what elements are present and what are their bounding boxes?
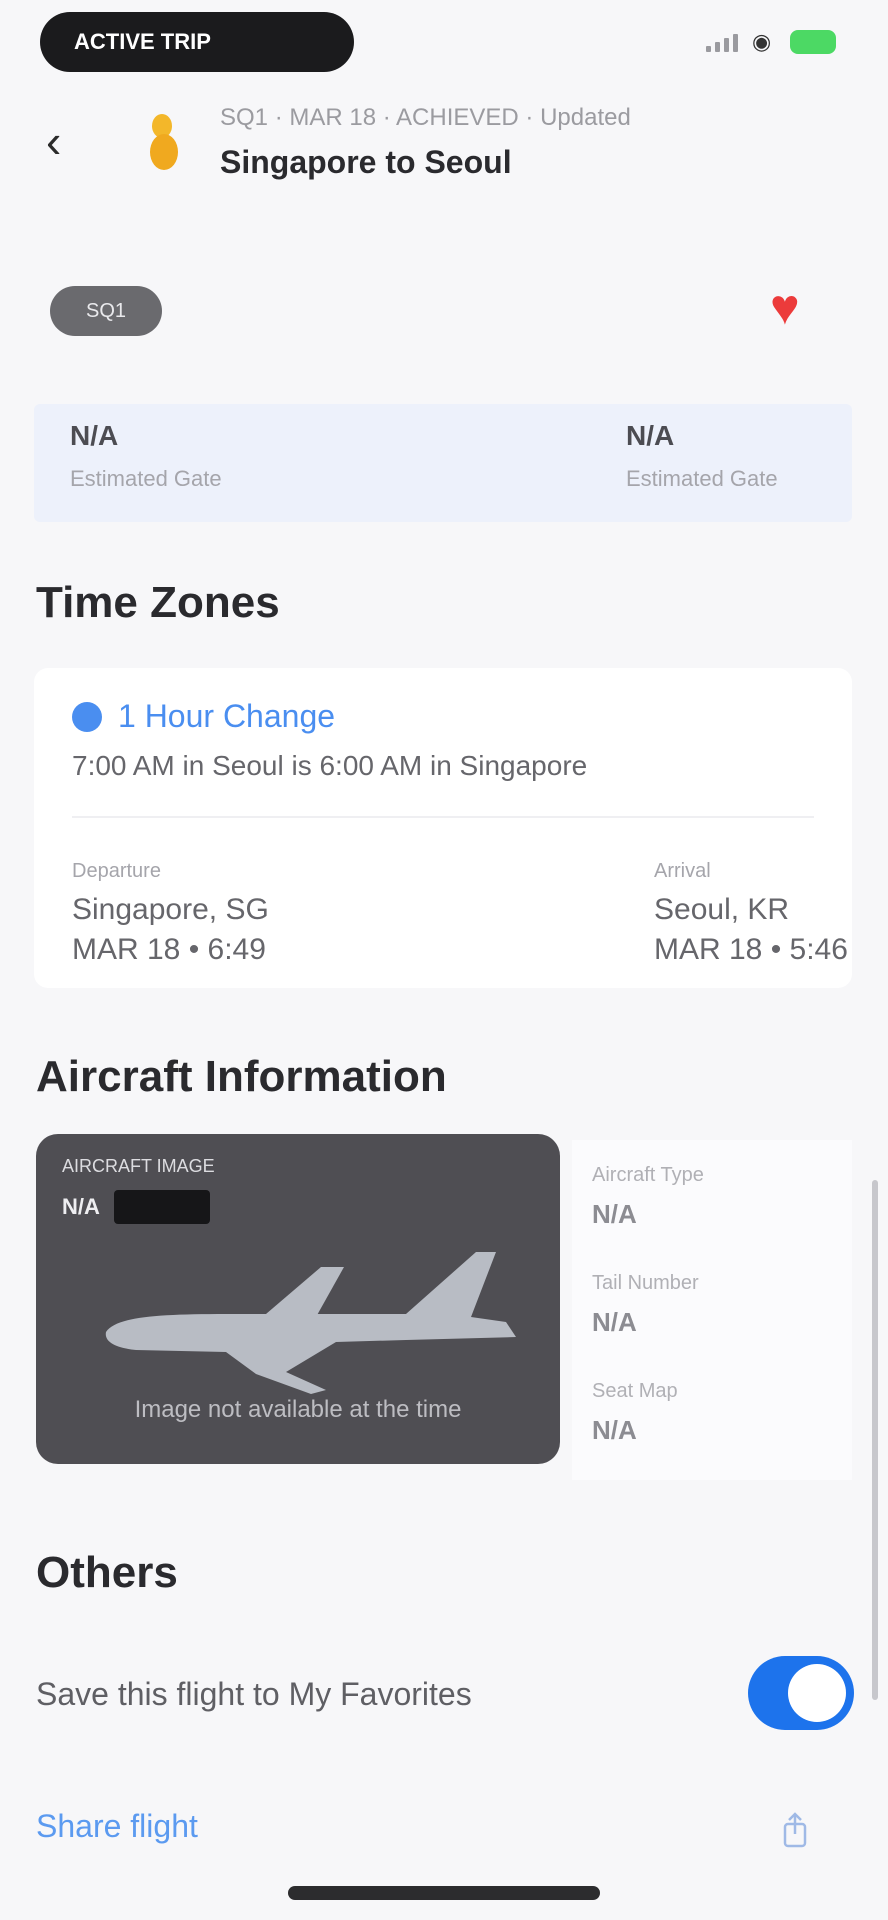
aircraft-image-card: AIRCRAFT IMAGE N/A Image not available a…	[36, 1134, 560, 1464]
page-title: Singapore to Seoul	[220, 144, 512, 180]
departure-gate-value: N/A	[70, 420, 119, 451]
back-arrow-icon[interactable]: ‹	[46, 116, 61, 166]
arrival-gate-label: Estimated Gate	[626, 466, 778, 491]
time-change-description: 7:00 AM in Seoul is 6:00 AM in Singapore	[72, 750, 588, 781]
seat-map-label: Seat Map	[592, 1380, 678, 1402]
share-flight-link[interactable]: Share flight	[36, 1808, 198, 1845]
tail-number-value: N/A	[592, 1307, 637, 1337]
arrival-gate-value: N/A	[626, 420, 675, 451]
aircraft-image-caption: Image not available at the time	[134, 1396, 462, 1423]
flight-route-icon	[150, 114, 178, 170]
arrival-label: Arrival	[654, 860, 711, 882]
aircraft-details: Aircraft Type N/A Tail Number N/A Seat M…	[572, 1140, 852, 1480]
flight-badge: SQ1	[50, 286, 162, 336]
scrollbar[interactable]	[872, 1180, 878, 1700]
arrival-gate: N/A Estimated Gate	[626, 420, 778, 492]
departure-gate: N/A Estimated Gate	[70, 420, 222, 492]
departure-date: MAR 18 • 6:49	[72, 933, 266, 966]
signal-icon	[706, 32, 738, 52]
aircraft-model-value: N/A	[62, 1194, 100, 1219]
time-zones-card: 1 Hour Change 7:00 AM in Seoul is 6:00 A…	[34, 668, 852, 988]
favorites-toggle[interactable]	[748, 1656, 854, 1730]
aircraft-info-title: Aircraft Information	[36, 1052, 447, 1101]
heart-icon[interactable]: ♥	[770, 282, 800, 332]
departure-label: Departure	[72, 860, 161, 882]
aircraft-model-row: N/A	[62, 1190, 210, 1224]
departure-gate-label: Estimated Gate	[70, 466, 222, 491]
arrival-city: Seoul, KR	[654, 893, 790, 926]
share-icon[interactable]	[780, 1810, 810, 1850]
seat-map-item: Seat Map N/A	[592, 1380, 678, 1446]
home-indicator[interactable]	[288, 1886, 600, 1900]
time-change-row: 1 Hour Change	[72, 698, 335, 735]
flight-header: ‹ SQ1 · MAR 18 · ACHIEVED · Updated Sing…	[0, 100, 888, 190]
aircraft-type-label: Aircraft Type	[592, 1164, 704, 1186]
aircraft-type-value: N/A	[592, 1199, 637, 1229]
header-subtitle: SQ1 · MAR 18 · ACHIEVED · Updated	[220, 104, 631, 131]
gate-info-box: N/A Estimated Gate N/A Estimated Gate	[34, 404, 852, 522]
toggle-knob	[788, 1664, 846, 1722]
tail-number-item: Tail Number N/A	[592, 1272, 699, 1338]
aircraft-image-label: AIRCRAFT IMAGE	[62, 1156, 215, 1176]
time-change-label: 1 Hour Change	[118, 698, 336, 734]
time-zones-title: Time Zones	[36, 578, 280, 627]
tail-number-label: Tail Number	[592, 1272, 699, 1294]
divider	[72, 816, 814, 818]
favorites-label: Save this flight to My Favorites	[36, 1676, 472, 1712]
active-trip-pill[interactable]: ACTIVE TRIP	[40, 12, 354, 72]
airplane-icon	[105, 1252, 516, 1394]
others-title: Others	[36, 1548, 178, 1597]
clock-icon	[72, 701, 102, 732]
departure-city: Singapore, SG	[72, 893, 269, 926]
status-icons: ◉	[706, 30, 836, 54]
wifi-icon: ◉	[752, 29, 772, 54]
status-bar: ACTIVE TRIP ◉	[0, 0, 888, 90]
aircraft-model-redacted	[113, 1190, 210, 1224]
battery-icon	[790, 30, 836, 54]
arrival-timezone: Arrival Seoul, KR MAR 18 • 5:46	[654, 860, 848, 967]
seat-map-value: N/A	[592, 1415, 637, 1445]
departure-timezone: Departure Singapore, SG MAR 18 • 6:49	[72, 860, 269, 967]
arrival-date: MAR 18 • 5:46	[654, 933, 848, 966]
aircraft-type-item: Aircraft Type N/A	[592, 1164, 704, 1230]
